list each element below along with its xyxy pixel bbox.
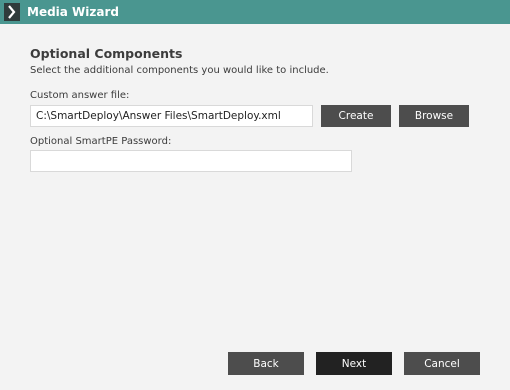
password-input[interactable]: [30, 150, 352, 172]
create-button[interactable]: Create: [321, 105, 391, 127]
next-button[interactable]: Next: [316, 352, 392, 375]
back-button[interactable]: Back: [228, 352, 304, 375]
password-label: Optional SmartPE Password:: [30, 136, 172, 147]
section-subtitle: Select the additional components you wou…: [30, 65, 329, 76]
browse-button[interactable]: Browse: [399, 105, 469, 127]
chevron-right-icon: [4, 3, 20, 21]
answer-file-label: Custom answer file:: [30, 90, 130, 101]
section-title: Optional Components: [30, 46, 183, 61]
cancel-button[interactable]: Cancel: [404, 352, 480, 375]
window-title: Media Wizard: [27, 5, 119, 19]
answer-file-input[interactable]: [30, 105, 313, 127]
title-bar: Media Wizard: [0, 0, 510, 24]
